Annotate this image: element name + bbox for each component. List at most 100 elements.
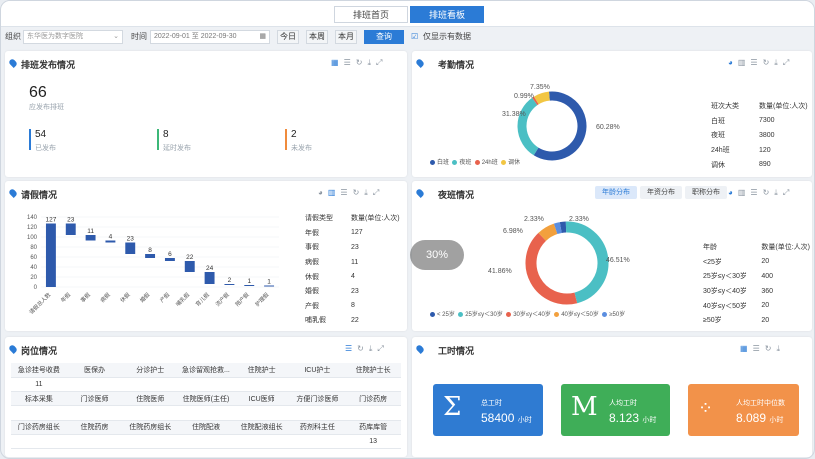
table-row: 调休 890 — [711, 161, 771, 169]
card-tools: ▦☰↻⤓ — [740, 344, 785, 354]
org-select[interactable]: 东华医为数字医院 ⌄ — [23, 30, 123, 44]
seg-seniority[interactable]: 年资分布 — [640, 186, 682, 199]
data-label: 24 — [206, 265, 214, 272]
attendance-legend: 白班 夜班 24h班 调休 — [430, 157, 520, 166]
y-tick-label: 140 — [27, 215, 38, 221]
refresh-icon[interactable]: ↻ — [763, 188, 775, 197]
data-label: 1 — [267, 279, 271, 286]
data-label: 2 — [228, 277, 232, 284]
download-icon[interactable]: ⤓ — [367, 58, 376, 67]
list-view-icon[interactable]: ☰ — [750, 188, 762, 197]
top-bar: 排班首页 排班看板 — [1, 1, 814, 27]
table-row: 标本采集 门诊医师 住院医师 住院医师(主任) ICU医师 方便门诊医师 门诊药房 — [11, 391, 401, 407]
pie-chart-icon[interactable]: ◕ — [728, 188, 738, 197]
pie-chart-icon[interactable]: ◕ — [318, 188, 328, 197]
list-view-icon[interactable]: ☰ — [345, 344, 357, 353]
data-label: 127 — [45, 217, 56, 224]
grid-view-icon[interactable]: ▦ — [740, 344, 753, 353]
bar — [105, 240, 116, 243]
attendance-title: 考勤情况 — [438, 60, 475, 70]
card-tools: ◕▥☰↻⤓⤢ — [728, 188, 794, 198]
bar-chart-icon[interactable]: ▥ — [328, 188, 341, 197]
refresh-icon[interactable]: ↻ — [356, 58, 368, 67]
seg-age[interactable]: 年龄分布 — [595, 186, 637, 199]
download-icon[interactable]: ⤓ — [774, 58, 783, 67]
fullscreen-icon[interactable]: ⤢ — [376, 58, 387, 67]
y-tick-label: 120 — [27, 225, 38, 231]
fullscreen-icon[interactable]: ⤢ — [783, 188, 794, 197]
bar-chart-icon[interactable]: ▥ — [738, 188, 751, 197]
published-count: 54 — [35, 129, 47, 140]
table-row: 30岁≤y＜40岁 360 — [703, 287, 774, 296]
bar — [164, 258, 175, 261]
calendar-icon: ▦ — [259, 33, 266, 40]
pct-label: 46.51% — [606, 257, 630, 264]
today-button[interactable]: 今日 — [277, 30, 299, 44]
bar — [204, 272, 215, 284]
data-label: 11 — [87, 228, 94, 235]
y-tick-label: 0 — [34, 285, 38, 291]
list-view-icon[interactable]: ☰ — [340, 188, 352, 197]
x-tick-label: 育儿假 — [194, 290, 212, 308]
tab-schedule-board[interactable]: 排班看板 — [410, 6, 484, 23]
filter-bar: 组织 东华医为数字医院 ⌄ 时间 2022-09-01 至 2022-09-30 ▦… — [1, 27, 814, 47]
publish-title: 排班发布情况 — [21, 60, 76, 70]
table-row: 病假 11 — [305, 258, 359, 267]
tab-schedule-home[interactable]: 排班首页 — [334, 6, 408, 23]
refresh-icon[interactable]: ↻ — [357, 344, 369, 353]
week-button[interactable]: 本周 — [306, 30, 328, 44]
table-row: 休假 4 — [305, 273, 355, 281]
avg-hours-tile: M 人均工时 8.123 小时 — [561, 384, 670, 436]
donut-slice — [553, 222, 562, 235]
chevron-down-icon: ⌄ — [113, 33, 119, 40]
bar-chart-icon[interactable]: ▥ — [738, 58, 751, 67]
query-button[interactable]: 查询 — [364, 30, 404, 44]
donut-slice — [538, 223, 558, 242]
grid-view-icon[interactable]: ▦ — [331, 58, 344, 67]
x-tick-label: 陪产假 — [233, 290, 251, 308]
download-icon[interactable]: ⤓ — [364, 188, 373, 197]
y-tick-label: 60 — [30, 255, 37, 261]
location-pin-icon — [8, 344, 18, 354]
checkbox-icon[interactable]: ☑ — [411, 30, 418, 44]
night-table: 年龄 数量(单位:人次) <25岁 20 25岁≤y＜30岁 400 30岁≤y＜40… — [701, 239, 812, 329]
seg-title[interactable]: 职称分布 — [685, 186, 727, 199]
tile-value: 58400 小时 — [481, 411, 532, 425]
unpublished-count: 2 — [291, 129, 297, 140]
x-tick-label: 哺乳假 — [174, 290, 192, 308]
fullscreen-icon[interactable]: ⤢ — [377, 344, 388, 353]
download-icon[interactable]: ⤓ — [776, 344, 785, 353]
month-button[interactable]: 本月 — [335, 30, 357, 44]
leave-card: 请假情况 ◕▥☰↻⤓⤢ 0 20 40 60 80 100 120 140 127 请假总人数 23… — [5, 181, 407, 331]
posts-title: 岗位情况 — [21, 346, 58, 356]
pct-label: 2.33% — [524, 216, 544, 223]
pct-label: 6.98% — [503, 228, 523, 235]
tile-label: 人均工时 — [609, 400, 637, 407]
table-row: ≥50岁 20 — [703, 316, 770, 325]
fullscreen-icon[interactable]: ⤢ — [373, 188, 384, 197]
date-range-input[interactable]: 2022-09-01 至 2022-09-30 ▦ — [150, 30, 270, 44]
table-row: 夜班 3800 — [711, 131, 775, 140]
download-icon[interactable]: ⤓ — [774, 188, 783, 197]
refresh-icon[interactable]: ↻ — [763, 58, 775, 67]
worktime-title: 工时情况 — [438, 346, 475, 356]
list-view-icon[interactable]: ☰ — [753, 344, 765, 353]
posts-card: 岗位情况 ☰↻⤓⤢ 急诊挂号收费 医保办 分诊护士 急诊留观抢救... 住院护士 ICU护… — [5, 337, 407, 457]
table-row: 25岁≤y＜30岁 400 — [703, 272, 774, 281]
data-label: 1 — [247, 278, 251, 285]
refresh-icon[interactable]: ↻ — [765, 344, 777, 353]
y-tick-label: 80 — [30, 245, 37, 251]
published-bar — [29, 129, 31, 150]
leave-bar-chart: 020406080100120140 127请假总人数23年假11事假4病假23休… — [27, 215, 279, 316]
list-view-icon[interactable]: ☰ — [344, 58, 356, 67]
ontime-bar — [157, 129, 159, 150]
y-tick-label: 100 — [27, 235, 38, 241]
list-view-icon[interactable]: ☰ — [750, 58, 762, 67]
x-tick-label: 病假 — [98, 290, 112, 304]
fullscreen-icon[interactable]: ⤢ — [783, 58, 794, 67]
table-row: 急诊挂号收费 医保办 分诊护士 急诊留观抢救... 住院护士 ICU护士 住院护士长 — [11, 363, 401, 378]
table-row — [11, 405, 401, 421]
tile-label: 人均工时中位数 — [736, 400, 785, 407]
pie-chart-icon[interactable]: ◕ — [728, 58, 738, 67]
refresh-icon[interactable]: ↻ — [353, 188, 365, 197]
